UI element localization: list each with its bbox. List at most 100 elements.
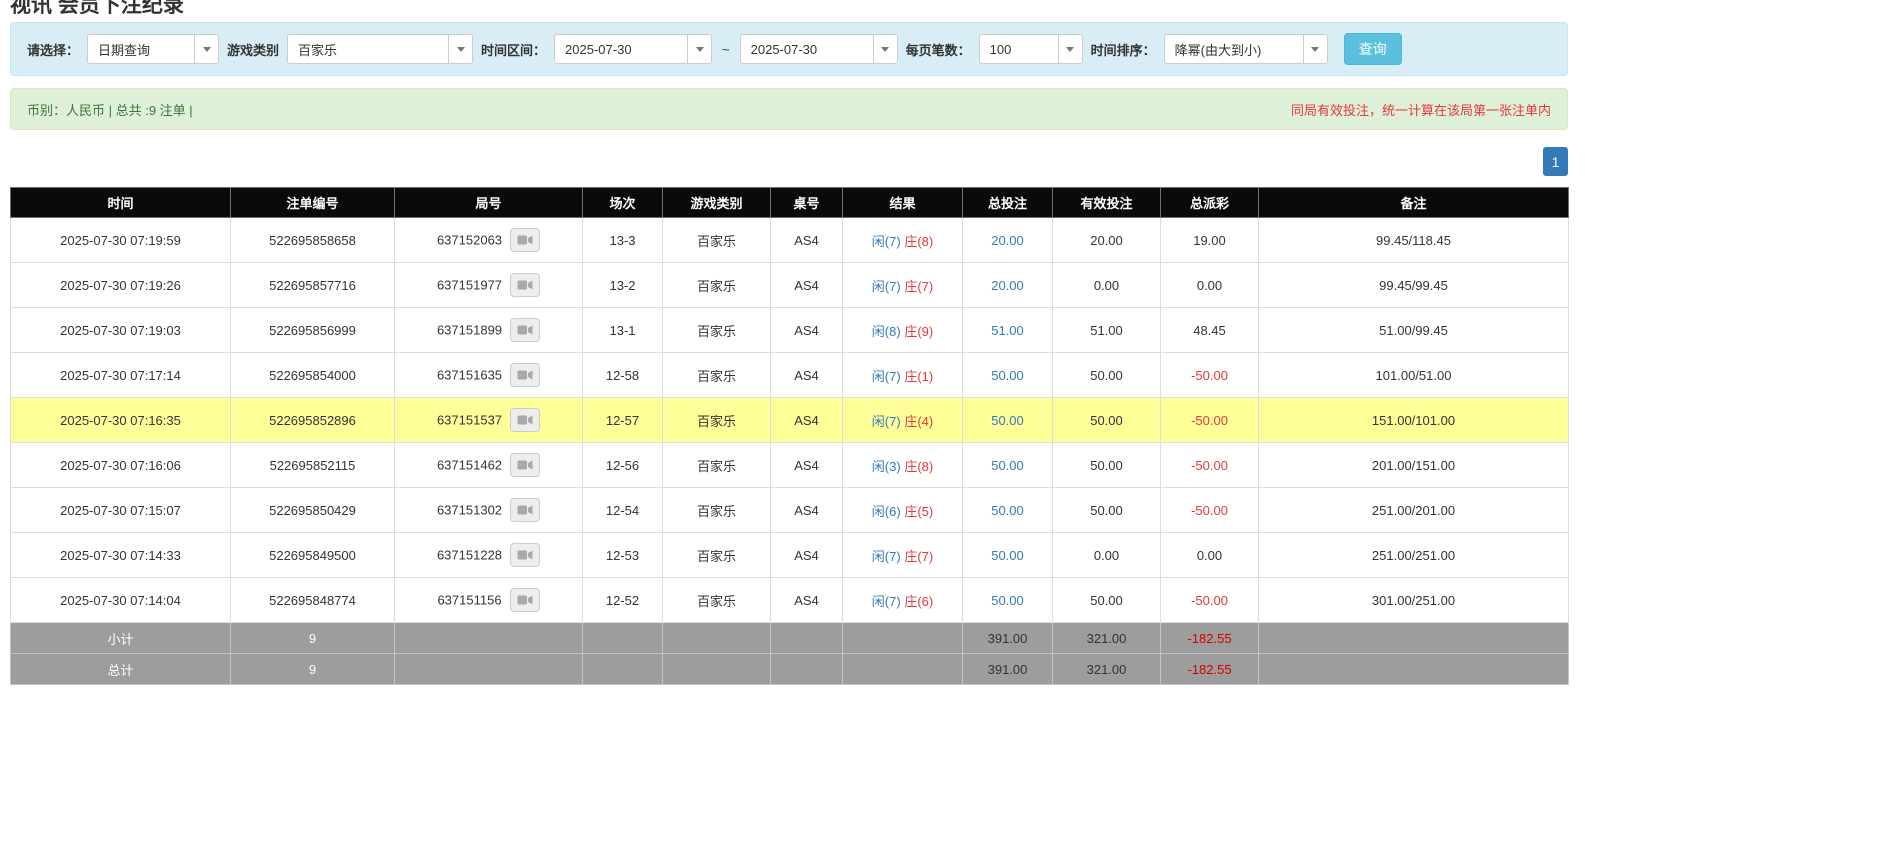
video-replay-button[interactable]	[510, 498, 541, 522]
page-button-1[interactable]: 1	[1543, 147, 1568, 176]
cell-table: AS4	[770, 442, 843, 488]
col-valid-bet: 有效投注	[1052, 187, 1161, 218]
total-bet-link[interactable]: 51.00	[991, 323, 1024, 338]
table-header-row: 时间 注单编号 局号 场次 游戏类别 桌号 结果 总投注 有效投注 总派彩 备注	[10, 187, 1569, 218]
table-row: 2025-07-30 07:15:07 522695850429 637151302…	[10, 487, 1569, 533]
cell-result: 闲(7) 庄(7)	[842, 262, 963, 308]
cell-remark: 51.00/99.45	[1258, 307, 1569, 353]
date-to-input[interactable]: 2025-07-30	[739, 34, 898, 64]
video-replay-icon	[517, 505, 533, 515]
query-type-select[interactable]: 日期查询	[87, 34, 220, 64]
footer-payout: -182.55	[1160, 653, 1259, 685]
chevron-down-icon[interactable]	[872, 35, 897, 63]
cell-bet-id: 522695849500	[230, 532, 395, 578]
total-bet-link[interactable]: 20.00	[991, 278, 1024, 293]
cell-valid-bet: 20.00	[1052, 217, 1161, 263]
footer-label: 总计	[10, 653, 231, 685]
cell-session: 12-56	[582, 442, 663, 488]
cell-time: 2025-07-30 07:15:07	[10, 487, 231, 533]
table-footer-row: 总计 9 391.00 321.00 -182.55	[10, 653, 1569, 685]
cell-remark: 301.00/251.00	[1258, 577, 1569, 623]
cell-remark: 251.00/251.00	[1258, 532, 1569, 578]
footer-valid-bet: 321.00	[1052, 653, 1161, 685]
result-banker: 庄(9)	[904, 323, 934, 339]
cell-table: AS4	[770, 397, 843, 443]
footer-count: 9	[230, 653, 395, 685]
cell-session: 12-53	[582, 532, 663, 578]
cell-time: 2025-07-30 07:16:06	[10, 442, 231, 488]
cell-total-bet: 50.00	[962, 577, 1053, 623]
time-sort-select[interactable]: 降幂(由大到小)	[1163, 34, 1328, 64]
total-bet-link[interactable]: 50.00	[991, 548, 1024, 563]
cell-round: 637151977	[394, 262, 583, 308]
table-row: 2025-07-30 07:17:14 522695854000 637151635…	[10, 352, 1569, 398]
total-bet-link[interactable]: 50.00	[991, 593, 1024, 608]
total-bet-link[interactable]: 50.00	[991, 503, 1024, 518]
table-row: 2025-07-30 07:19:03 522695856999 637151899…	[10, 307, 1569, 353]
cell-session: 13-3	[582, 217, 663, 263]
video-replay-button[interactable]	[509, 588, 540, 612]
video-replay-button[interactable]	[510, 453, 541, 477]
chevron-down-icon[interactable]	[687, 35, 712, 63]
cell-table: AS4	[770, 577, 843, 623]
round-number: 637151899	[436, 322, 503, 338]
video-replay-button[interactable]	[510, 408, 541, 432]
page-size-value: 100	[989, 41, 1012, 57]
round-number: 637151302	[436, 502, 503, 518]
chevron-down-icon[interactable]	[194, 35, 219, 63]
game-type-select[interactable]: 百家乐	[287, 34, 474, 64]
chevron-down-icon[interactable]	[1302, 35, 1327, 63]
page-title-container: 视讯 会员下注纪录	[10, 0, 1568, 14]
cell-remark: 99.45/118.45	[1258, 217, 1569, 263]
table-row: 2025-07-30 07:14:33 522695849500 637151228…	[10, 532, 1569, 578]
cell-table: AS4	[770, 352, 843, 398]
cell-time: 2025-07-30 07:17:14	[10, 352, 231, 398]
date-from-input[interactable]: 2025-07-30	[554, 34, 713, 64]
video-replay-icon	[517, 460, 533, 470]
video-replay-button[interactable]	[510, 363, 541, 387]
cell-bet-id: 522695850429	[230, 487, 395, 533]
cell-valid-bet: 50.00	[1052, 487, 1161, 533]
round-number: 637151228	[436, 547, 503, 563]
video-replay-button[interactable]	[510, 543, 541, 567]
cell-total-bet: 50.00	[962, 487, 1053, 533]
page-size-select[interactable]: 100	[978, 34, 1083, 64]
cell-bet-id: 522695854000	[230, 352, 395, 398]
time-range-label: 时间区间：	[481, 42, 547, 58]
cell-valid-bet: 50.00	[1052, 577, 1161, 623]
total-bet-link[interactable]: 50.00	[991, 458, 1024, 473]
cell-session: 12-57	[582, 397, 663, 443]
table-row: 2025-07-30 07:16:35 522695852896 637151537…	[10, 397, 1569, 443]
chevron-down-icon[interactable]	[1057, 35, 1082, 63]
total-bet-link[interactable]: 50.00	[991, 368, 1024, 383]
currency-summary-text: 币别：人民币 | 总共 :9 注单 |	[27, 102, 193, 118]
table-row: 2025-07-30 07:19:59 522695858658 637152063…	[10, 217, 1569, 263]
round-number: 637151635	[436, 367, 503, 383]
cell-remark: 201.00/151.00	[1258, 442, 1569, 488]
cell-game-type: 百家乐	[662, 487, 771, 533]
video-replay-button[interactable]	[510, 228, 541, 252]
chevron-down-icon[interactable]	[448, 35, 473, 63]
result-banker: 庄(6)	[904, 593, 934, 609]
cell-game-type: 百家乐	[662, 532, 771, 578]
cell-payout: -50.00	[1160, 487, 1259, 533]
cell-game-type: 百家乐	[662, 217, 771, 263]
video-replay-button[interactable]	[510, 273, 541, 297]
result-player: 闲(7)	[871, 278, 901, 294]
search-button[interactable]: 查询	[1343, 33, 1402, 65]
video-replay-icon	[517, 595, 533, 605]
video-replay-icon	[517, 325, 533, 335]
cell-table: AS4	[770, 262, 843, 308]
video-replay-button[interactable]	[510, 318, 541, 342]
cell-time: 2025-07-30 07:19:26	[10, 262, 231, 308]
cell-total-bet: 50.00	[962, 532, 1053, 578]
total-bet-link[interactable]: 20.00	[991, 233, 1024, 248]
video-replay-icon	[517, 370, 533, 380]
total-bet-link[interactable]: 50.00	[991, 413, 1024, 428]
cell-result: 闲(7) 庄(6)	[842, 577, 963, 623]
cell-session: 13-1	[582, 307, 663, 353]
video-replay-icon	[517, 280, 533, 290]
footer-total-bet: 391.00	[962, 622, 1053, 654]
cell-payout: -50.00	[1160, 577, 1259, 623]
cell-table: AS4	[770, 307, 843, 353]
